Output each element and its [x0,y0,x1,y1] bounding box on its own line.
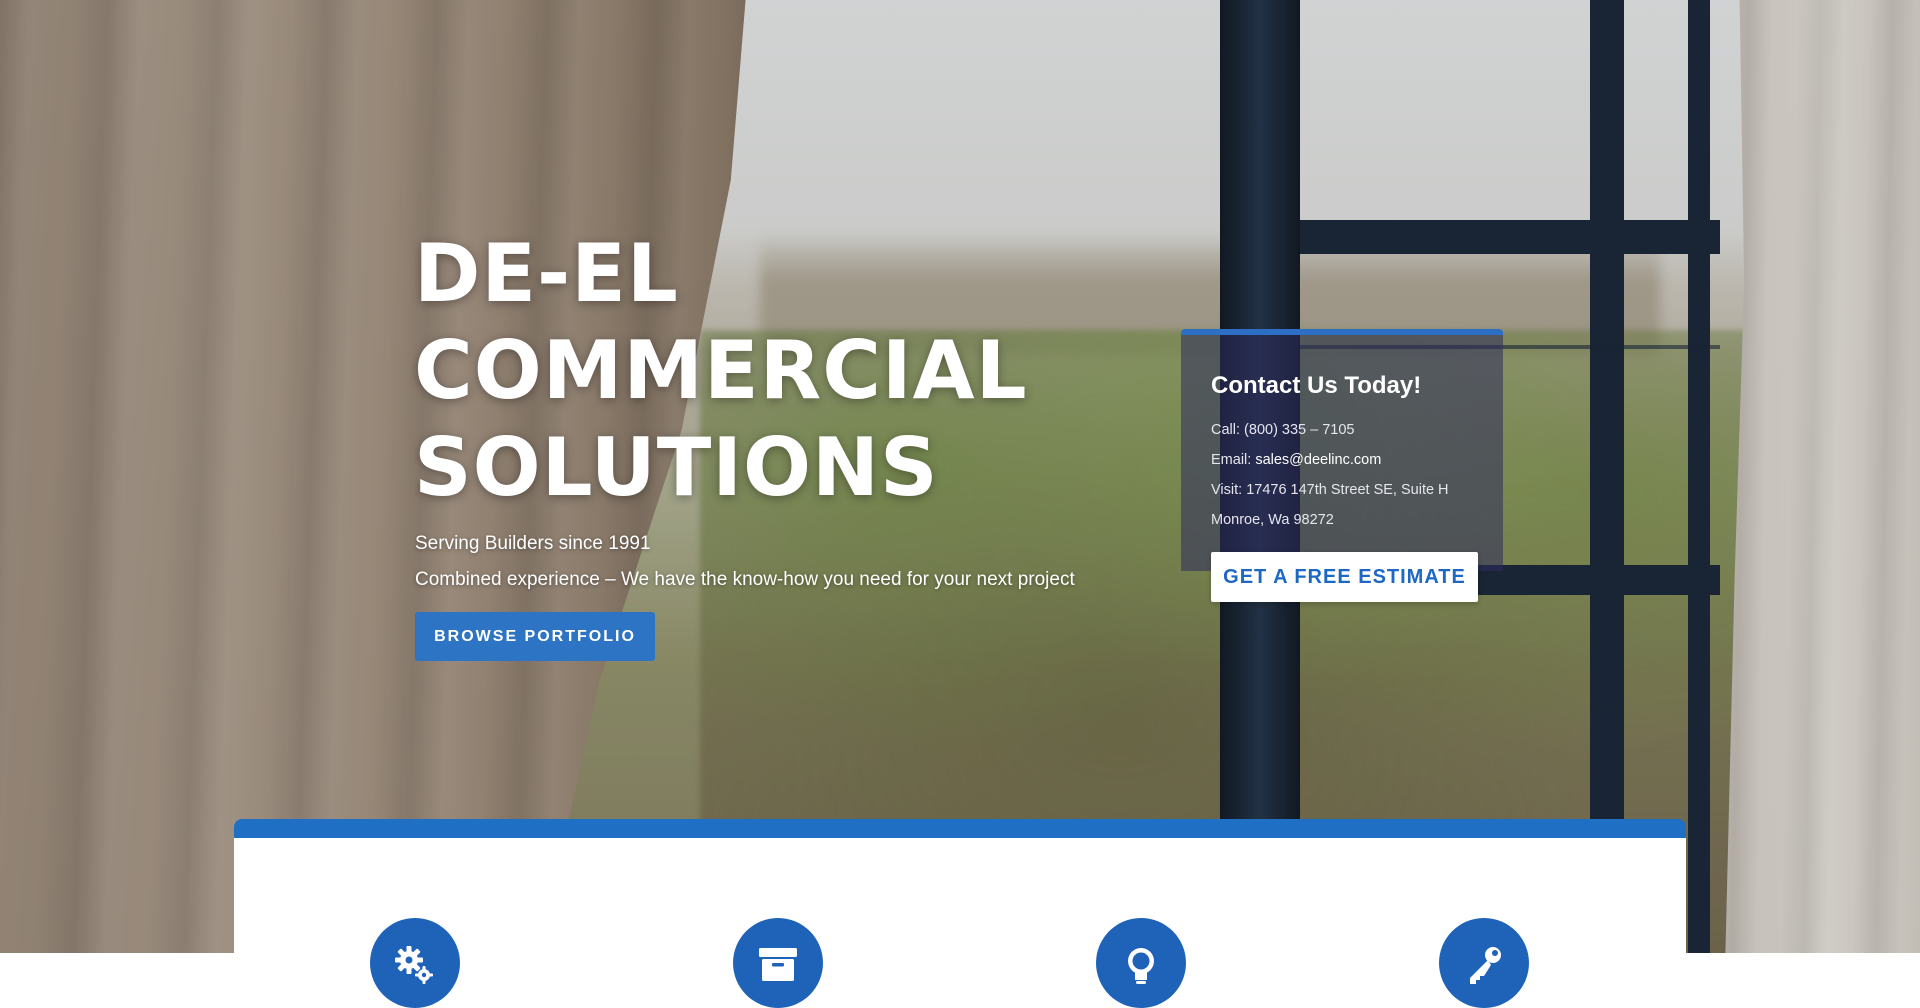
hero-tagline: Serving Builders since 1991 Combined exp… [415,526,1075,598]
contact-city: Monroe, Wa 98272 [1211,512,1334,528]
hero-headline: DE-EL COMMERCIAL SOLUTIONS [414,225,1034,516]
key-icon[interactable] [1439,918,1529,1008]
address-value: 17476 147th Street SE, Suite H [1246,482,1449,498]
contact-card: Contact Us Today! Call: (800) 335 – 7105… [1181,329,1503,571]
browse-portfolio-button[interactable]: BROWSE PORTFOLIO [415,612,655,661]
headline-line: SOLUTIONS [414,421,939,514]
headline-line: DE-EL [414,227,679,320]
phone-label: Call: [1211,422,1241,438]
free-estimate-button[interactable]: GET A FREE ESTIMATE [1211,552,1478,602]
tagline-line: Combined experience – We have the know-h… [415,569,1075,590]
features-panel [234,819,1686,1008]
contact-phone: Call: (800) 335 – 7105 [1211,415,1473,445]
email-label: Email: [1211,452,1252,468]
address-label: Visit: [1211,482,1243,498]
phone-value[interactable]: (800) 335 – 7105 [1244,422,1354,438]
contact-title: Contact Us Today! [1211,372,1422,399]
gears-icon[interactable] [370,918,460,1008]
archive-box-icon[interactable] [733,918,823,1008]
headline-line: COMMERCIAL [414,324,1028,417]
lightbulb-icon[interactable] [1096,918,1186,1008]
contact-email: Email: sales@deelinc.com [1211,445,1473,475]
email-link[interactable]: sales@deelinc.com [1255,452,1381,468]
tagline-line: Serving Builders since 1991 [415,533,651,554]
contact-address: Visit: 17476 147th Street SE, Suite H [1211,475,1473,505]
